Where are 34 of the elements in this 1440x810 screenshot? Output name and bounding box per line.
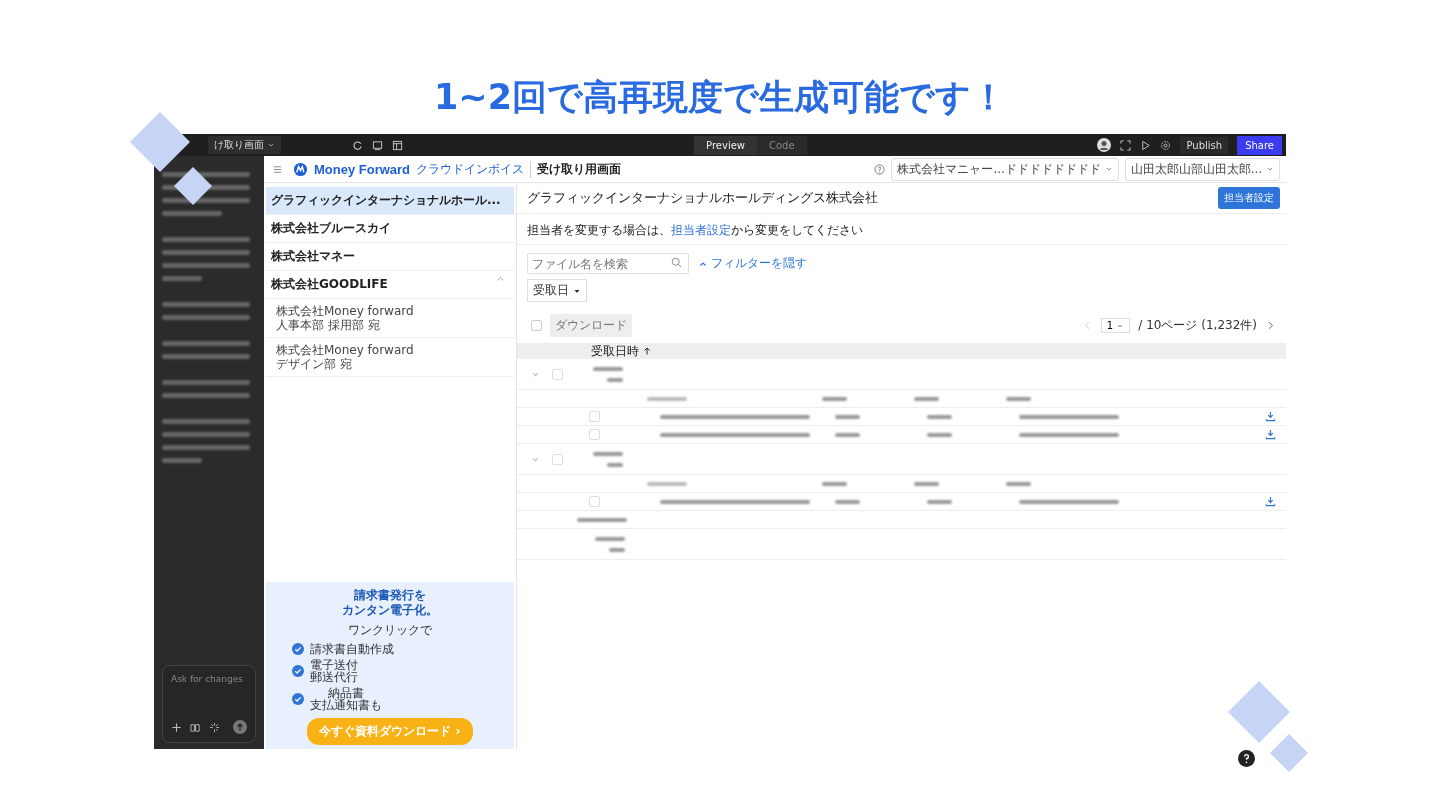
page-info: / 10ページ (1,232件) bbox=[1138, 317, 1257, 334]
sidebar-item[interactable]: グラフィックインターナショナルホール... bbox=[266, 187, 514, 215]
chat-input-field[interactable]: Ask for changes bbox=[162, 665, 256, 743]
feature-text: 納品書 支払通知書も bbox=[310, 687, 382, 711]
download-button[interactable]: ダウンロード bbox=[550, 314, 632, 337]
company-title: グラフィックインターナショナルホールディングス株式会社 bbox=[527, 189, 878, 207]
promo-subtitle: ワンクリックで bbox=[348, 622, 432, 639]
assignee-settings-button[interactable]: 担当者設定 bbox=[1218, 187, 1280, 209]
notice-text: 担当者を変更する場合は、担当者設定から変更をしてください bbox=[527, 223, 863, 237]
sidebar-subitem[interactable]: 株式会社Money forward デザイン部 宛 bbox=[266, 338, 514, 377]
search-field[interactable]: ファイル名を検索 bbox=[527, 253, 689, 274]
view-tab[interactable]: Code bbox=[757, 135, 807, 155]
user-select[interactable]: 山田太郎山部山田太郎... bbox=[1124, 157, 1280, 181]
page-select[interactable]: 1 bbox=[1100, 318, 1131, 333]
sidebar-subitem[interactable]: 株式会社Money forward 人事本部 採用部 宛 bbox=[266, 299, 514, 338]
headline: 1~2回で高再現度で生成可能です！ bbox=[433, 76, 1006, 119]
sidebar-item[interactable]: 株式会社マネー bbox=[266, 243, 514, 271]
sidebar-item[interactable]: 株式会社ブルースカイ bbox=[266, 215, 514, 243]
date-filter-dropdown[interactable]: 受取日 bbox=[527, 279, 587, 302]
company-select[interactable]: 株式会社マニャー...ドドドドドドドド bbox=[891, 157, 1119, 181]
product-name: クラウドインボイス bbox=[416, 160, 532, 178]
hide-filter-link[interactable]: フィルターを隠す bbox=[699, 255, 807, 272]
view-tab[interactable]: Preview bbox=[694, 135, 757, 155]
feature-text: 電子送付 郵送代行 bbox=[310, 659, 358, 683]
sidebar-item[interactable]: 株式会社GOODLIFE bbox=[266, 271, 514, 299]
brand-name: Money Forward bbox=[314, 161, 411, 177]
page-tab[interactable]: け取り画面 bbox=[208, 136, 282, 154]
promo-title: 請求書発行を カンタン電子化。 bbox=[342, 588, 438, 618]
publish-button[interactable]: Publish bbox=[1180, 136, 1229, 154]
share-button[interactable]: Share bbox=[1237, 135, 1282, 155]
assignee-settings-link[interactable]: 担当者設定 bbox=[671, 223, 731, 237]
feature-text: 請求書自動作成 bbox=[310, 643, 394, 655]
page-name: 受け取り用画面 bbox=[537, 160, 622, 178]
sort-column-header[interactable]: 受取日時 bbox=[591, 342, 651, 360]
